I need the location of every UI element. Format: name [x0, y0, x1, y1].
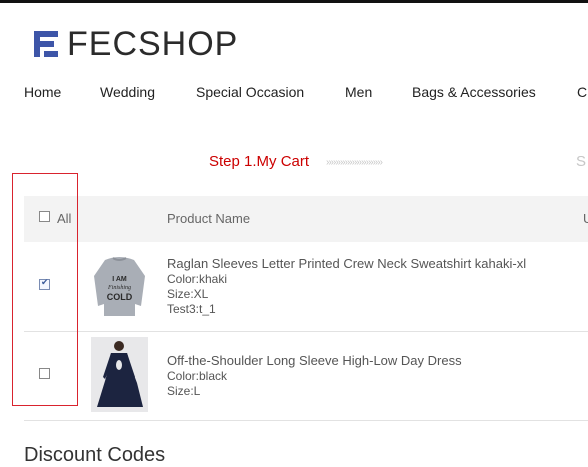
- product-name[interactable]: Raglan Sleeves Letter Printed Crew Neck …: [167, 256, 526, 271]
- discount-codes-heading: Discount Codes: [24, 444, 166, 466]
- product-size: Size:L: [167, 384, 201, 398]
- checkbox-column-highlight: [12, 173, 78, 406]
- nav-item-special-occasion[interactable]: Special Occasion: [196, 84, 304, 100]
- product-option: Test3:t_1: [167, 302, 216, 316]
- cart-row: Off-the-Shoulder Long Sleeve High-Low Da…: [24, 332, 588, 421]
- checkout-steps: Step 1.My Cart ›››››››››››››››››››››››› …: [0, 153, 588, 173]
- top-bar: [0, 0, 588, 3]
- nav-item-wedding[interactable]: Wedding: [100, 84, 155, 100]
- step-next: S: [576, 153, 587, 170]
- product-thumbnail[interactable]: [91, 337, 148, 412]
- nav-item-men[interactable]: Men: [345, 84, 372, 100]
- product-info: Off-the-Shoulder Long Sleeve High-Low Da…: [167, 353, 462, 399]
- step-current: Step 1.My Cart: [209, 153, 310, 170]
- site-logo[interactable]: FECSHOP: [30, 26, 238, 62]
- product-color: Color:black: [167, 369, 228, 383]
- nav-item-bags-accessories[interactable]: Bags & Accessories: [412, 84, 536, 100]
- thumb-text-1: I AM: [112, 276, 127, 283]
- thumb-text-3: COLD: [107, 292, 133, 302]
- main-nav: Home Wedding Special Occasion Men Bags &…: [0, 84, 588, 102]
- product-thumbnail[interactable]: I AM Finishing COLD: [91, 250, 148, 322]
- product-color: Color:khaki: [167, 272, 228, 286]
- nav-item-truncated[interactable]: C: [577, 84, 587, 100]
- column-truncated: U: [583, 211, 588, 226]
- product-name[interactable]: Off-the-Shoulder Long Sleeve High-Low Da…: [167, 353, 462, 368]
- column-product-name: Product Name: [167, 211, 251, 226]
- cart-table-header: All Product Name U: [24, 196, 588, 242]
- step-arrows: ››››››››››››››››››››››››: [326, 157, 383, 168]
- logo-text: FECSHOP: [67, 25, 239, 63]
- logo-mark-icon: [34, 31, 58, 57]
- nav-item-home[interactable]: Home: [24, 84, 61, 100]
- product-size: Size:XL: [167, 287, 209, 301]
- thumb-text-2: Finishing: [107, 285, 131, 291]
- product-info: Raglan Sleeves Letter Printed Crew Neck …: [167, 256, 526, 317]
- cart-row: I AM Finishing COLD Raglan Sleeves Lette…: [24, 242, 588, 332]
